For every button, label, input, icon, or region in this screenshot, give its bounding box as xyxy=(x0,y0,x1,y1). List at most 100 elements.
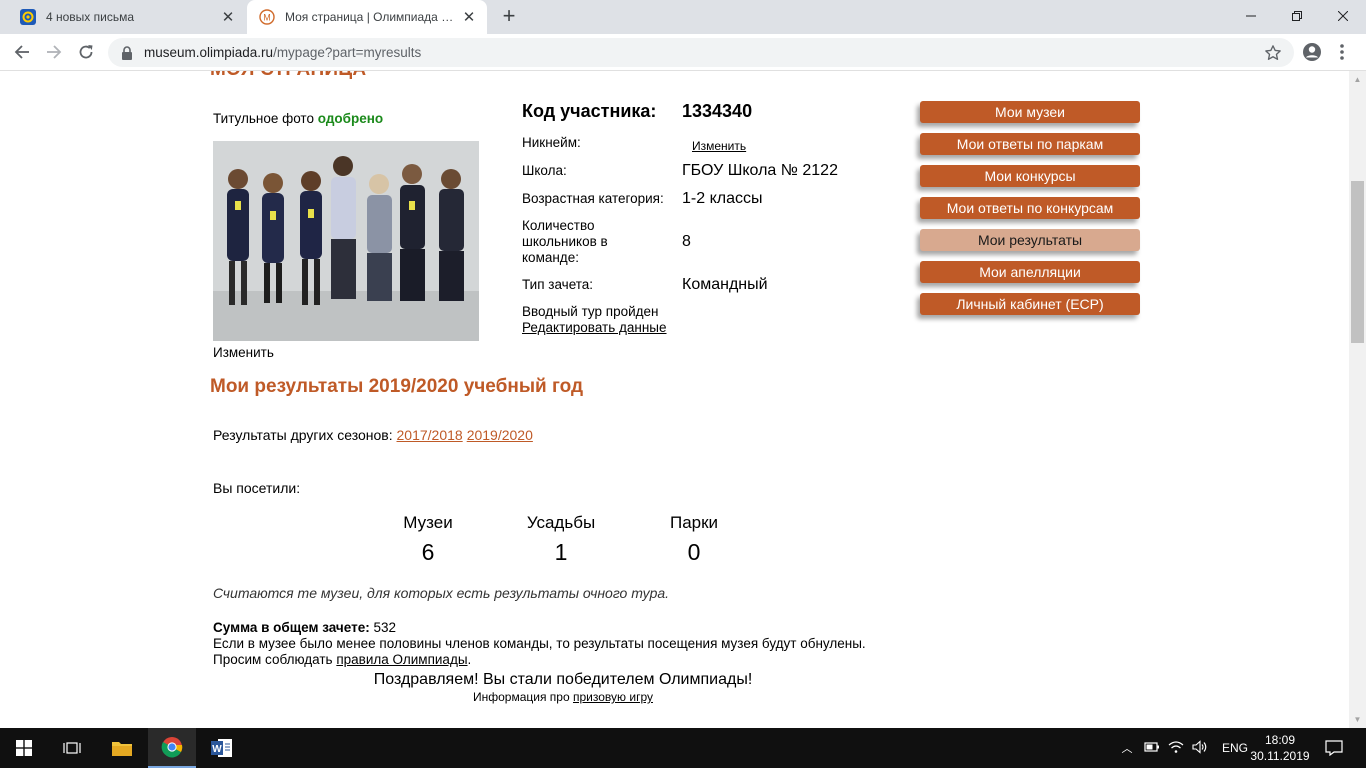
arrow-right-icon xyxy=(47,45,62,59)
scroll-up-icon[interactable]: ▲ xyxy=(1349,71,1366,88)
task-view-button[interactable] xyxy=(48,728,96,768)
tab-title: 4 новых письма xyxy=(46,10,135,24)
url-text: museum.olimpiada.ru/mypage?part=myresult… xyxy=(144,45,421,60)
stat-label: Парки xyxy=(669,513,719,532)
restore-icon xyxy=(1292,11,1302,21)
page-title: МОЯ СТРАНИЦА xyxy=(210,71,366,81)
close-icon[interactable]: ✕ xyxy=(218,7,238,27)
winner-message: Поздравляем! Вы стали победителем Олимпи… xyxy=(373,671,753,688)
lock-icon[interactable] xyxy=(120,45,134,60)
participant-code-value: 1334340 xyxy=(682,101,753,121)
stat-value: 0 xyxy=(687,539,701,565)
reload-icon xyxy=(79,45,93,59)
stat-label: Усадьбы xyxy=(526,513,596,532)
other-seasons: Результаты других сезонов: 2017/2018 2019… xyxy=(213,427,537,443)
menu-my-contests[interactable]: Мои конкурсы xyxy=(920,165,1140,187)
windows-taskbar: W ︿ ENG 18:09 30.11.2019 xyxy=(0,728,1366,768)
back-button[interactable] xyxy=(10,40,34,64)
menu-my-park-answers[interactable]: Мои ответы по паркам xyxy=(920,133,1140,155)
close-window-button[interactable] xyxy=(1320,0,1366,32)
clock-date: 30.11.2019 xyxy=(1250,749,1310,763)
system-clock[interactable]: 18:09 30.11.2019 xyxy=(1250,732,1310,764)
photo-status: Титульное фото одобрено xyxy=(213,111,383,126)
season-link-2019-2020[interactable]: 2019/2020 xyxy=(467,427,533,443)
age-value: 1-2 классы xyxy=(682,190,763,207)
chevron-up-icon[interactable]: ︿ xyxy=(1118,740,1136,756)
wifi-icon[interactable] xyxy=(1168,740,1184,757)
language-indicator[interactable]: ENG xyxy=(1222,741,1248,755)
minimize-icon xyxy=(1246,15,1256,17)
new-tab-button[interactable]: + xyxy=(498,5,520,28)
prize-game-link[interactable]: призовую игру xyxy=(573,690,653,704)
address-bar[interactable]: museum.olimpiada.ru/mypage?part=myresult… xyxy=(108,38,1294,67)
battery-icon[interactable] xyxy=(1144,741,1160,756)
menu-my-results[interactable]: Мои результаты xyxy=(920,229,1140,251)
volume-icon[interactable] xyxy=(1192,739,1208,757)
minimize-button[interactable] xyxy=(1228,0,1274,32)
close-icon[interactable]: ✕ xyxy=(459,7,479,27)
windows-logo-icon xyxy=(16,740,32,756)
museums-note: Считаются те музеи, для которых есть рез… xyxy=(213,585,670,601)
notification-icon xyxy=(1325,740,1343,756)
chrome-icon xyxy=(161,737,183,758)
age-label: Возрастная категория: xyxy=(522,191,664,206)
mail-favicon-icon xyxy=(20,9,36,25)
season-link-2017-2018[interactable]: 2017/2018 xyxy=(397,427,463,443)
restore-button[interactable] xyxy=(1274,0,1320,32)
team-photo xyxy=(213,141,479,341)
file-explorer-button[interactable] xyxy=(98,728,146,768)
edit-data-link[interactable]: Редактировать данные xyxy=(522,320,822,336)
nickname-label: Никнейм: xyxy=(522,135,581,150)
browser-tab-bar: 4 новых письма ✕ M Моя страница | Олимпи… xyxy=(0,0,1366,34)
participant-code-label: Код участника: xyxy=(522,101,657,121)
school-label: Школа: xyxy=(522,163,567,178)
visited-label: Вы посетили: xyxy=(213,480,301,496)
photo-status-value: одобрено xyxy=(317,111,384,126)
close-icon xyxy=(1338,11,1348,21)
word-icon: W xyxy=(211,739,232,757)
word-button[interactable]: W xyxy=(198,728,246,768)
chrome-button[interactable] xyxy=(148,728,196,768)
menu-my-appeals[interactable]: Мои апелляции xyxy=(920,261,1140,283)
nickname-change-link[interactable]: Изменить xyxy=(692,139,746,153)
scoring-type-value: Командный xyxy=(682,276,768,293)
menu-my-museums[interactable]: Мои музеи xyxy=(920,101,1140,123)
browser-menu-button[interactable] xyxy=(1330,40,1354,64)
reload-button[interactable] xyxy=(74,40,98,64)
team-count-value: 8 xyxy=(682,233,691,250)
more-vertical-icon xyxy=(1340,44,1344,60)
prize-info: Информация про призовую игру xyxy=(213,690,913,704)
stat-value: 6 xyxy=(421,539,435,565)
scroll-down-icon[interactable]: ▼ xyxy=(1349,711,1366,728)
rules-link[interactable]: правила Олимпиады xyxy=(336,652,467,667)
clock-time: 18:09 xyxy=(1264,733,1296,747)
rules-suffix: . xyxy=(467,652,472,667)
page-scrollbar[interactable]: ▲ ▼ xyxy=(1349,71,1366,728)
url-host: museum.olimpiada.ru xyxy=(144,45,274,60)
total-score-block: Сумма в общем зачете: 532 Если в музее б… xyxy=(213,620,866,668)
task-view-icon xyxy=(63,742,81,754)
tab-mail[interactable]: 4 новых письма ✕ xyxy=(8,0,246,34)
photo-status-label: Титульное фото xyxy=(213,111,314,126)
stat-parks: Парки 0 xyxy=(634,513,754,566)
profile-avatar-icon[interactable] xyxy=(1300,40,1324,64)
notifications-button[interactable] xyxy=(1310,728,1358,768)
browser-toolbar: museum.olimpiada.ru/mypage?part=myresult… xyxy=(0,34,1366,71)
menu-my-contest-answers[interactable]: Мои ответы по конкурсам xyxy=(920,197,1140,219)
bookmark-star-icon[interactable] xyxy=(1264,44,1282,62)
arrow-left-icon xyxy=(14,45,29,59)
rules-prefix: Просим соблюдать xyxy=(213,652,333,667)
total-score-value: 532 xyxy=(373,620,397,635)
results-title: Мои результаты 2019/2020 учебный год xyxy=(210,376,584,397)
scoring-type-label: Тип зачета: xyxy=(522,277,594,292)
scrollbar-thumb[interactable] xyxy=(1351,181,1364,343)
url-path: /mypage?part=myresults xyxy=(273,45,422,60)
team-photo-image xyxy=(213,141,479,341)
svg-text:W: W xyxy=(212,744,222,755)
start-button[interactable] xyxy=(0,728,48,768)
menu-personal-cabinet[interactable]: Личный кабинет (ЕСР) xyxy=(920,293,1140,315)
tab-olympiad[interactable]: M Моя страница | Олимпиада «Музеи. Парки… xyxy=(247,0,487,34)
forward-button[interactable] xyxy=(42,40,66,64)
change-photo-link[interactable]: Изменить xyxy=(213,345,274,360)
page-viewport: МОЯ СТРАНИЦА Титульное фото одобрено Изм xyxy=(0,71,1366,728)
